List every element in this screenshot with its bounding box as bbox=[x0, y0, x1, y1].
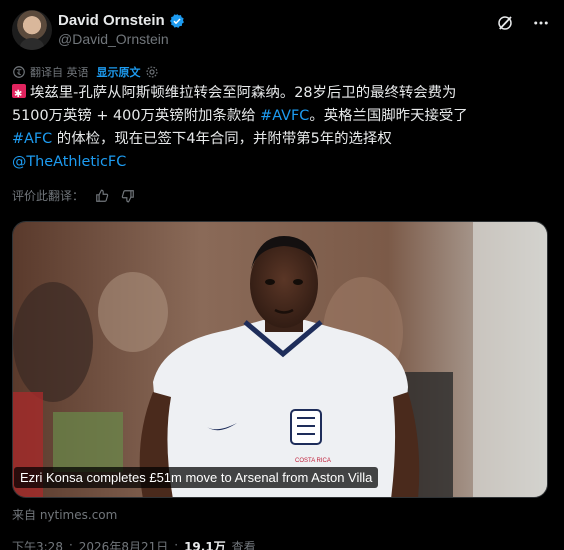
grok-icon[interactable] bbox=[494, 12, 516, 34]
meta-separator: · bbox=[68, 538, 73, 550]
tweet-line-3: 的体检，现在已签下4年合同，并附带第5年的选择权 bbox=[52, 131, 392, 147]
tweet-line-2a: 5100万英镑 + 400万英镑附加条款给 bbox=[12, 108, 261, 124]
shirt-text: COSTA RICA bbox=[295, 458, 331, 464]
translation-label: 翻译自 英语 bbox=[30, 66, 89, 79]
media-caption: Ezri Konsa completes £51m move to Arsena… bbox=[14, 467, 379, 488]
tweet-text: 埃兹里-孔萨从阿斯顿维拉转会至阿森纳。28岁后卫的最终转会费为 5100万英镑 … bbox=[12, 82, 552, 174]
translation-bar: 翻译自 英语 显示原文 bbox=[12, 64, 159, 80]
rate-translation-label: 评价此翻译： bbox=[12, 189, 85, 203]
tweet-date[interactable]: 2026年8月21日 bbox=[79, 538, 168, 550]
tweet-line-2b: 。英格兰国脚昨天接受了 bbox=[309, 108, 468, 124]
player-photo[interactable]: COSTA RICA bbox=[13, 222, 548, 498]
rate-translation-row: 评价此翻译： bbox=[12, 187, 136, 204]
gear-icon[interactable] bbox=[145, 65, 159, 79]
thumbs-down-icon[interactable] bbox=[120, 188, 136, 204]
media-card[interactable]: COSTA RICA bbox=[12, 221, 548, 498]
hashtag-afc[interactable]: #AFC bbox=[12, 131, 52, 147]
name-row: David Ornstein bbox=[58, 12, 185, 29]
thumbs-up-icon[interactable] bbox=[94, 188, 110, 204]
source-link[interactable]: 来自 nytimes.com bbox=[12, 506, 117, 523]
mention-link[interactable]: @TheAthleticFC bbox=[12, 154, 126, 170]
tweet-time[interactable]: 下午3:28 bbox=[12, 538, 63, 550]
siren-emoji-icon bbox=[12, 83, 26, 106]
header-actions bbox=[494, 12, 552, 34]
tweet-header: David Ornstein @David_Ornstein bbox=[12, 8, 552, 52]
views-label: 查看 bbox=[231, 540, 256, 550]
tweet-line-1: 埃兹里-孔萨从阿斯顿维拉转会至阿森纳。28岁后卫的最终转会费为 bbox=[30, 85, 457, 101]
avatar[interactable] bbox=[12, 10, 52, 50]
show-original-link[interactable]: 显示原文 bbox=[97, 64, 141, 80]
more-icon[interactable] bbox=[530, 12, 552, 34]
tweet-meta: 下午3:28 · 2026年8月21日 · 19.1万 查看 bbox=[12, 538, 256, 550]
display-name[interactable]: David Ornstein bbox=[58, 12, 165, 29]
views-count: 19.1万 bbox=[184, 540, 226, 550]
verified-badge-icon bbox=[169, 13, 184, 28]
translate-icon bbox=[13, 66, 25, 78]
hashtag-avfc[interactable]: #AVFC bbox=[260, 108, 309, 124]
handle[interactable]: @David_Ornstein bbox=[58, 31, 169, 47]
meta-separator: · bbox=[174, 538, 179, 550]
